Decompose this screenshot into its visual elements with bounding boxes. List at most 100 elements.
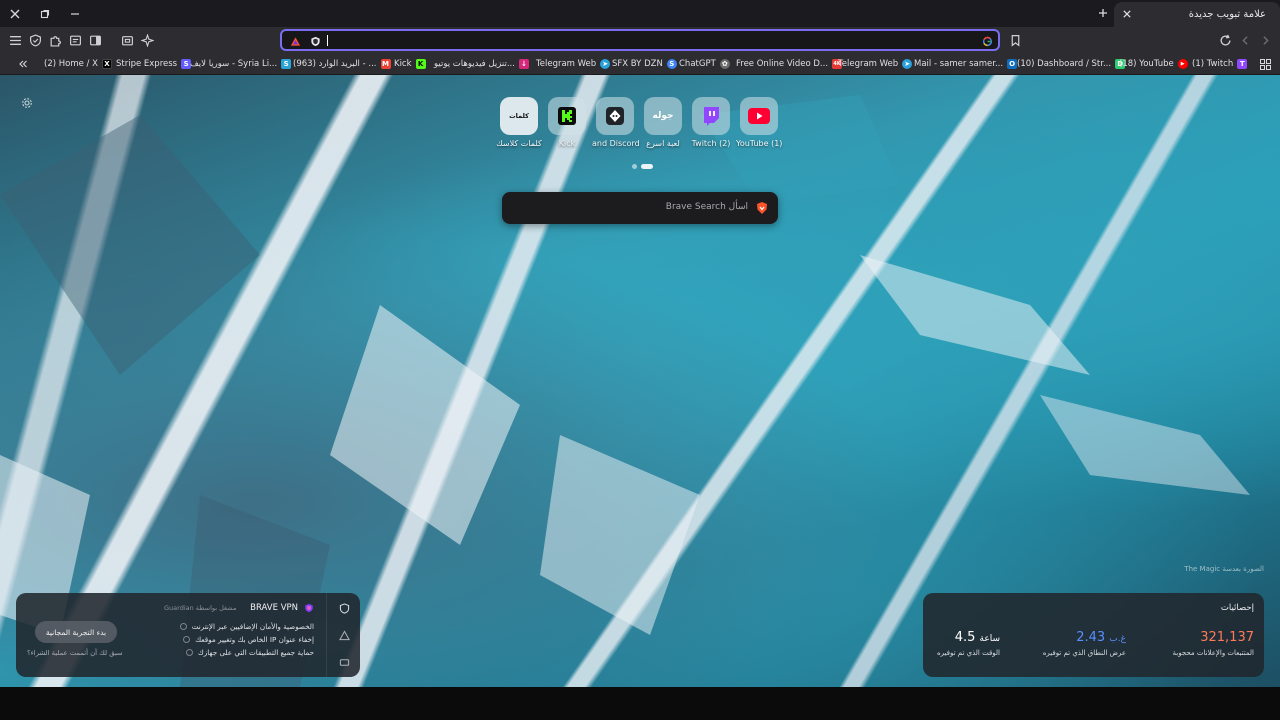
top-site-discord[interactable]: and Discord [592,97,640,148]
bookmark-item-dashboard[interactable]: (10) Dashboard / Str... D [1017,56,1126,72]
bottom-bar [0,687,1280,720]
brave-search-box[interactable]: اسأل Brave Search [502,192,778,224]
page-dot[interactable] [632,164,637,169]
wallet-button[interactable] [118,31,136,49]
address-caret [327,35,328,46]
gear-icon [22,98,32,108]
bookmark-label: Kick [394,59,412,69]
sidebar-toggle-button[interactable] [86,31,104,49]
bookmark-item-free-online-video[interactable]: Free Online Video D... 4K [736,56,843,72]
tab-new-tab[interactable]: علامة تبويب جديدة [1114,2,1280,27]
stat-time-saved: ساعة 4.5 الوقت الذي تم توفيره [937,630,1000,657]
toolbar [0,27,1280,53]
new-tab-button[interactable] [1094,2,1112,24]
talk-widget-tab[interactable] [337,655,351,669]
sfx-icon: S [666,59,677,69]
tab-title: علامة تبويب جديدة [1188,9,1266,20]
rewards-widget-tab[interactable] [337,628,351,642]
shield-button[interactable] [26,31,44,49]
stat-label: المتتبعات والإعلانات محجوبة [1172,649,1254,657]
restore-window-button[interactable] [30,0,60,27]
bookmark-item-twitch[interactable]: (1) Twitch T [1192,56,1248,72]
bookmark-label: سوريا لايف - Syria Li... [190,59,278,69]
kick-icon: K [415,59,426,69]
brave-rewards-icon[interactable] [288,34,302,48]
bookmark-item-x-home[interactable]: (2) Home / X X [44,56,112,72]
stat-bandwidth-saved: غ.ب 2.43 عرض النطاق الذي تم توفيره [1043,630,1126,657]
bookmark-item-youtube-downloader[interactable]: تنزيل فيديوهات يوتيو... ↓ [434,56,529,72]
top-site-twitch[interactable]: Twitch (2) [688,97,734,148]
bookmark-item-youtube[interactable]: (18) YouTube ▶ [1119,56,1188,72]
google-icon[interactable] [980,34,994,48]
vpn-shield-icon [305,603,313,613]
bookmark-item-kick[interactable]: Kick K [394,56,426,72]
back-button[interactable] [1256,31,1274,49]
top-site-label: لعبة اسرع [646,139,680,148]
bookmarks-bar: (2) Home / X X Stripe Express S سوريا لا… [0,53,1280,75]
syria-live-icon: S [281,59,292,69]
close-window-button[interactable] [0,0,30,27]
brave-shields-icon[interactable] [308,34,322,48]
tab-close-button[interactable] [1118,5,1136,23]
bookmark-label: SFX BY DZN [612,59,663,69]
extensions-button[interactable] [46,31,64,49]
reader-button[interactable] [66,31,84,49]
forward-button[interactable] [1236,31,1254,49]
outlook-icon: O [1007,59,1018,69]
minimize-window-button[interactable] [60,0,90,27]
bookmark-item-outlook-mail[interactable]: Mail - samer samer... O [914,56,1018,72]
shield-icon [29,33,41,47]
stat-value: غ.ب 2.43 [1076,630,1126,645]
bookmark-label: Mail - samer samer... [914,59,1004,69]
top-site-kalimat[interactable]: كلمات كلمات كلاسك [496,97,542,148]
photo-credit[interactable]: الصورة بعدسة The Magic [1184,565,1264,573]
bookmark-item-sfx-by-dzn[interactable]: SFX BY DZN S [612,56,677,72]
check-circle-icon [183,636,191,643]
top-site-kick[interactable]: Kick [544,97,590,148]
stat-trackers-blocked: 321,137 المتتبعات والإعلانات محجوبة [1173,630,1254,657]
start-free-trial-button[interactable]: بدء التجربة المجانية [35,621,117,643]
check-circle-icon [179,623,187,630]
restore-icon [40,9,50,18]
game-icon: جوله [652,111,674,121]
new-tab-page: YouTube (1) Twitch (2) جوله لعبة اسرع an… [0,75,1280,687]
bookmark-item-chatgpt[interactable]: ChatGPT ✿ [679,56,730,72]
download-icon: ↓ [518,59,529,69]
bookmark-label: Stripe Express [116,59,178,69]
shield-icon [339,602,349,614]
bookmarks-overflow-button[interactable] [18,56,28,72]
bookmark-item-gmail[interactable]: البريد الوارد (963) - ... M [293,56,391,72]
page-dot-active[interactable] [641,164,653,169]
bookmark-label: تنزيل فيديوهات يوتيو... [434,59,515,69]
address-bar[interactable] [280,29,1000,51]
customize-button[interactable] [20,96,34,110]
bookmark-item-telegram-web[interactable]: Telegram Web ➤ [536,56,611,72]
vpn-title-text: BRAVE VPN [250,603,298,613]
telegram-icon: ➤ [902,59,913,69]
vpn-feature-text: إخفاء عنوان IP الخاص بك وتغيير موقعك [195,635,314,644]
plus-icon [1099,9,1107,17]
apps-button[interactable] [1260,56,1271,72]
top-site-fast-game[interactable]: جوله لعبة اسرع [640,97,686,148]
vpn-feature-item: إخفاء عنوان IP الخاص بك وتغيير موقعك [183,635,314,644]
bookmark-label: (10) Dashboard / Str... [1017,59,1112,69]
bookmark-item-syria-live[interactable]: سوريا لايف - Syria Li... S [190,56,292,72]
bookmark-item-telegram-web-2[interactable]: Telegram Web ➤ [838,56,913,72]
bookmark-button[interactable] [1006,31,1024,49]
chevron-right-icon [1262,35,1269,45]
top-sites-pagination [632,164,653,169]
sidebar-menu-button[interactable] [6,31,24,49]
top-site-label: and Discord [592,139,640,148]
chevron-left-icon [1241,35,1248,45]
reload-icon [1220,34,1230,46]
already-purchased-link[interactable]: سبق لك أن أتممت عملية الشراء؟ [27,649,123,657]
twitch-icon: T [1237,59,1248,69]
vpn-widget-tab[interactable] [337,601,351,615]
bookmark-item-stripe-express[interactable]: Stripe Express S [116,56,192,72]
vpn-feature-item: الخصوصية والأمان الإضافيين عبر الإنترنت [179,622,314,631]
leo-button[interactable] [138,31,156,49]
reload-button[interactable] [1216,31,1234,49]
vpn-feature-text: حماية جميع التطبيقات التي على جهازك [197,648,314,657]
top-site-youtube[interactable]: YouTube (1) [736,97,782,148]
stats-widget: إحصائيات 321,137 المتتبعات والإعلانات مح… [923,593,1264,677]
